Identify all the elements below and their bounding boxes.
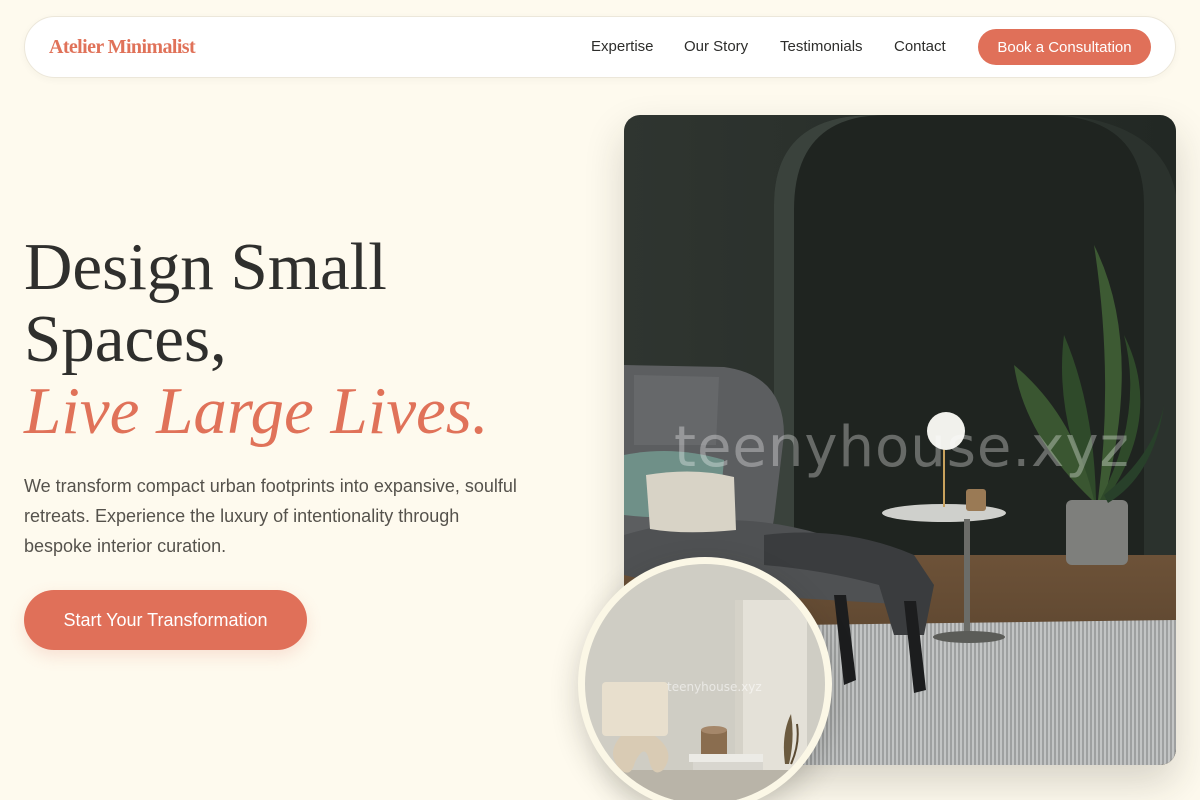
inset-image-frame: teenyhouse.xyz <box>585 564 825 800</box>
start-transformation-button[interactable]: Start Your Transformation <box>24 590 307 650</box>
nav-link-our-story[interactable]: Our Story <box>684 38 748 55</box>
headline-accent: Live Large Lives. <box>24 374 489 448</box>
top-navigation: Atelier Minimalist Expertise Our Story T… <box>24 16 1176 78</box>
hero-subtitle: We transform compact urban footprints in… <box>24 476 517 556</box>
book-consultation-button[interactable]: Book a Consultation <box>978 29 1151 65</box>
hero-headline: Design Small Spaces, Live Large Lives. <box>24 231 489 447</box>
nav-link-contact[interactable]: Contact <box>894 38 946 55</box>
brand-logo[interactable]: Atelier Minimalist <box>49 36 196 59</box>
hero-inset-image: teenyhouse.xyz <box>578 557 832 800</box>
headline-line-1: Design Small <box>24 230 387 304</box>
nav-link-testimonials[interactable]: Testimonials <box>780 38 863 55</box>
main-image-watermark: teenyhouse.xyz <box>674 415 1130 480</box>
nav-link-expertise[interactable]: Expertise <box>591 38 654 55</box>
inset-image-watermark: teenyhouse.xyz <box>667 680 762 694</box>
headline-line-2: Spaces, <box>24 302 227 376</box>
